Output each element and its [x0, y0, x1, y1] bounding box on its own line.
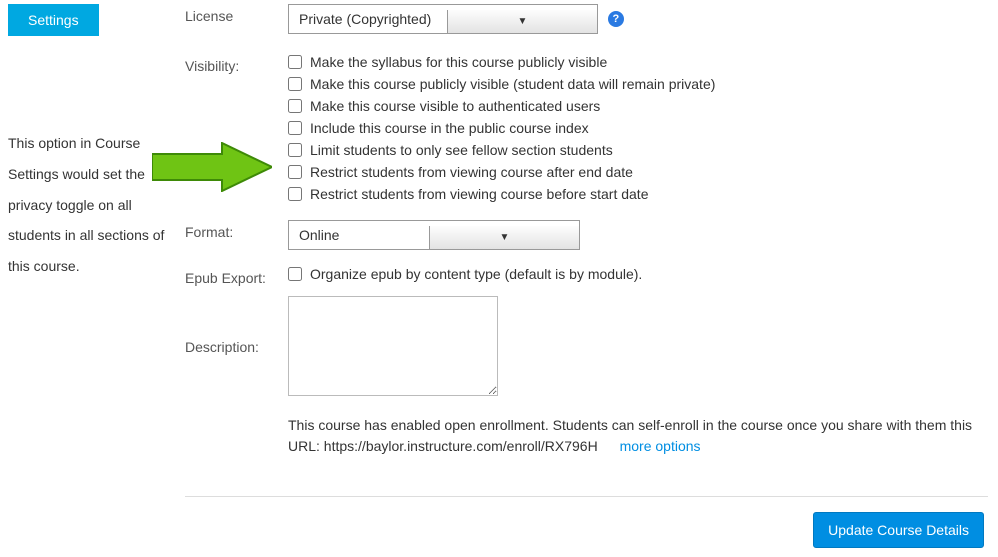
annotation-text: This option in Course Settings would set… — [8, 128, 174, 282]
visibility-option-label: Limit students to only see fellow sectio… — [310, 142, 613, 158]
format-row: Format: Online▼ — [185, 218, 988, 250]
epub-row: Epub Export: Organize epub by content ty… — [185, 264, 988, 288]
license-row: License Private (Copyrighted)▼ ? — [185, 2, 988, 34]
visibility-checkbox-3[interactable] — [288, 121, 302, 135]
chevron-down-icon: ▼ — [429, 226, 579, 249]
epub-label: Epub Export: — [185, 264, 288, 286]
epub-option-label: Organize epub by content type (default i… — [310, 266, 642, 282]
visibility-checkbox-2[interactable] — [288, 99, 302, 113]
visibility-option-6: Restrict students from viewing course be… — [288, 186, 988, 202]
visibility-option-3: Include this course in the public course… — [288, 120, 988, 136]
format-label: Format: — [185, 218, 288, 240]
open-enrollment-text: This course has enabled open enrollment.… — [288, 415, 988, 457]
visibility-option-label: Make this course publicly visible (stude… — [310, 76, 715, 92]
visibility-option-1: Make this course publicly visible (stude… — [288, 76, 988, 92]
chevron-down-icon: ▼ — [447, 10, 597, 33]
visibility-option-label: Make this course visible to authenticate… — [310, 98, 600, 114]
visibility-option-label: Include this course in the public course… — [310, 120, 589, 136]
visibility-checkbox-6[interactable] — [288, 187, 302, 201]
visibility-option-label: Make the syllabus for this course public… — [310, 54, 607, 70]
visibility-checkbox-0[interactable] — [288, 55, 302, 69]
visibility-checkbox-4[interactable] — [288, 143, 302, 157]
description-label: Description: — [185, 339, 288, 355]
divider — [185, 496, 988, 497]
format-selected-value: Online — [289, 221, 429, 249]
license-label: License — [185, 2, 288, 24]
update-course-details-button[interactable]: Update Course Details — [813, 512, 984, 548]
visibility-row: Visibility: Make the syllabus for this c… — [185, 52, 988, 208]
help-icon[interactable]: ? — [608, 11, 624, 27]
format-select[interactable]: Online▼ — [288, 220, 580, 250]
visibility-option-label: Restrict students from viewing course af… — [310, 164, 633, 180]
epub-checkbox[interactable] — [288, 267, 302, 281]
course-settings-form: License Private (Copyrighted)▼ ? Visibil… — [185, 0, 988, 457]
more-options-link[interactable]: more options — [620, 438, 701, 454]
visibility-option-4: Limit students to only see fellow sectio… — [288, 142, 988, 158]
license-select[interactable]: Private (Copyrighted)▼ — [288, 4, 598, 34]
license-selected-value: Private (Copyrighted) — [289, 5, 447, 33]
settings-button[interactable]: Settings — [8, 4, 99, 36]
visibility-option-2: Make this course visible to authenticate… — [288, 98, 988, 114]
visibility-option-5: Restrict students from viewing course af… — [288, 164, 988, 180]
epub-option: Organize epub by content type (default i… — [288, 266, 988, 282]
visibility-label: Visibility: — [185, 52, 288, 74]
visibility-checkbox-1[interactable] — [288, 77, 302, 91]
enrollment-url: https://baylor.instructure.com/enroll/RX… — [324, 438, 598, 454]
description-row: Description: — [185, 294, 988, 399]
visibility-option-label: Restrict students from viewing course be… — [310, 186, 648, 202]
visibility-checkbox-5[interactable] — [288, 165, 302, 179]
description-textarea[interactable] — [288, 296, 498, 396]
visibility-option-0: Make the syllabus for this course public… — [288, 54, 988, 70]
